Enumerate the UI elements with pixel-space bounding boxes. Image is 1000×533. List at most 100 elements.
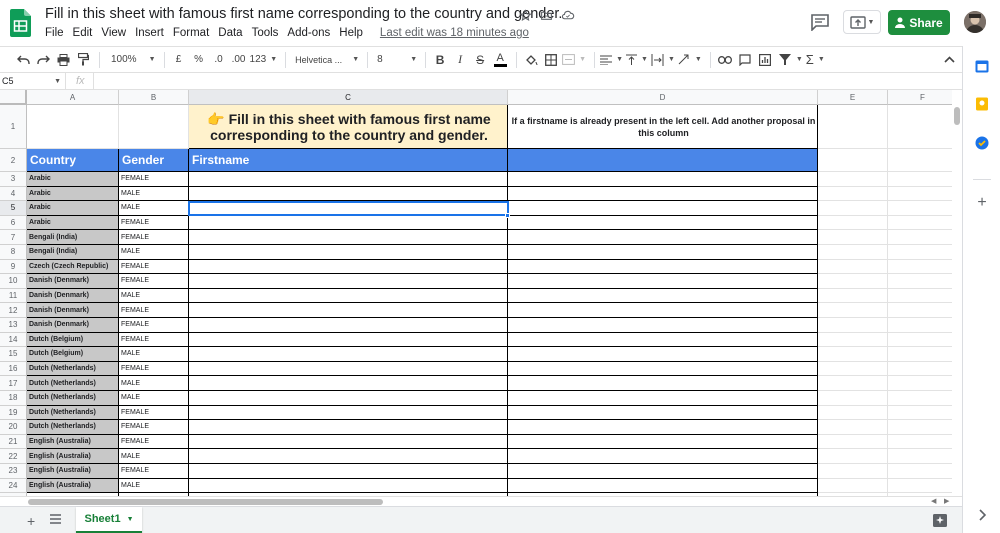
decrease-decimal-button[interactable]: .0 <box>210 50 228 70</box>
firstname-cell[interactable] <box>189 464 508 479</box>
firstname-cell[interactable] <box>189 186 508 202</box>
functions-select[interactable]: Σ ▼ <box>806 50 825 70</box>
row-header[interactable]: 2 <box>0 149 27 172</box>
row-header[interactable]: 21 <box>0 434 27 450</box>
merge-cells-select[interactable]: ▼ <box>562 50 586 70</box>
row-header[interactable]: 8 <box>0 245 27 260</box>
column-header-e[interactable]: E <box>818 90 888 105</box>
gender-cell[interactable]: MALE <box>119 449 189 464</box>
firstname-cell[interactable] <box>189 449 508 464</box>
firstname-cell[interactable] <box>189 478 508 494</box>
name-box[interactable]: C5 ▼ <box>0 73 66 89</box>
cell-e[interactable] <box>818 318 888 333</box>
country-header-cell[interactable]: Country <box>27 149 119 172</box>
proposal-cell[interactable] <box>508 318 818 333</box>
currency-format-button[interactable]: £ <box>170 50 188 70</box>
fill-color-icon[interactable] <box>522 50 540 70</box>
row-header[interactable]: 12 <box>0 303 27 318</box>
star-icon[interactable] <box>518 8 533 23</box>
gender-cell[interactable]: FEMALE <box>119 259 189 275</box>
row-header[interactable]: 6 <box>0 215 27 231</box>
proposal-cell[interactable] <box>508 449 818 464</box>
proposal-cell[interactable] <box>508 288 818 304</box>
column-header-f[interactable]: F <box>888 90 952 105</box>
gender-cell[interactable]: MALE <box>119 376 189 391</box>
country-cell[interactable]: English (Australia) <box>27 449 119 464</box>
paint-format-icon[interactable] <box>74 50 92 70</box>
proposal-cell[interactable] <box>508 347 818 362</box>
cell-e[interactable] <box>818 288 888 304</box>
column-header-a[interactable]: A <box>27 90 119 105</box>
proposal-cell[interactable] <box>508 332 818 348</box>
country-cell[interactable]: Arabic <box>27 172 119 187</box>
cloud-saved-icon[interactable] <box>560 8 575 23</box>
firstname-header-cell[interactable]: Firstname <box>189 149 508 172</box>
cell-f[interactable] <box>888 230 952 245</box>
firstname-cell[interactable] <box>189 376 508 391</box>
cell-e[interactable] <box>818 347 888 362</box>
proposal-cell[interactable] <box>508 172 818 187</box>
firstname-cell[interactable] <box>189 332 508 348</box>
proposal-cell[interactable] <box>508 303 818 318</box>
country-cell[interactable]: Dutch (Netherlands) <box>27 405 119 421</box>
cell-e[interactable] <box>818 391 888 406</box>
proposal-cell[interactable] <box>508 274 818 289</box>
gender-cell[interactable]: FEMALE <box>119 420 189 435</box>
gender-cell[interactable]: MALE <box>119 186 189 202</box>
add-sheet-icon[interactable]: + <box>27 513 35 529</box>
row-header[interactable]: 24 <box>0 478 27 494</box>
firstname-cell[interactable] <box>189 405 508 421</box>
country-cell[interactable]: Danish (Denmark) <box>27 274 119 289</box>
row-header[interactable]: 7 <box>0 230 27 245</box>
sheet-instruction-banner[interactable]: 👉 Fill in this sheet with famous first n… <box>189 105 508 149</box>
text-rotation-select[interactable]: ▼ <box>678 50 702 70</box>
firstname-cell[interactable] <box>189 230 508 245</box>
cell-e[interactable] <box>818 478 888 494</box>
filter-icon[interactable] <box>776 50 794 70</box>
row-header[interactable]: 17 <box>0 376 27 391</box>
firstname-cell[interactable] <box>189 215 508 231</box>
cell-f[interactable] <box>888 318 952 333</box>
country-cell[interactable]: Bengali (India) <box>27 230 119 245</box>
cell-e[interactable] <box>818 420 888 435</box>
cell-e[interactable] <box>818 405 888 421</box>
gender-cell[interactable]: FEMALE <box>119 332 189 348</box>
country-cell[interactable]: Dutch (Netherlands) <box>27 420 119 435</box>
add-addon-icon[interactable]: + <box>975 195 989 211</box>
cell-f[interactable] <box>888 406 952 421</box>
font-size-select[interactable]: 8 ▼ <box>377 50 417 70</box>
row-header[interactable]: 19 <box>0 405 27 421</box>
horizontal-align-select[interactable]: ▼ <box>600 50 623 70</box>
redo-icon[interactable] <box>34 50 52 70</box>
cell-e[interactable] <box>818 361 888 377</box>
fill-handle[interactable] <box>505 213 510 218</box>
chevron-down-icon[interactable]: ▼ <box>127 516 134 523</box>
text-wrap-select[interactable]: ▼ <box>651 50 675 70</box>
bold-button[interactable]: B <box>431 50 449 70</box>
cell-e[interactable] <box>818 434 888 450</box>
firstname-cell[interactable] <box>189 201 508 216</box>
cell-f[interactable] <box>888 303 952 318</box>
undo-icon[interactable] <box>14 50 32 70</box>
menu-help[interactable]: Help <box>339 27 363 39</box>
cell-f[interactable] <box>888 216 952 231</box>
collapse-toolbar-icon[interactable] <box>940 50 958 70</box>
cell-e[interactable] <box>818 172 888 187</box>
document-title[interactable]: Fill in this sheet with famous first nam… <box>45 6 562 22</box>
firstname-cell[interactable] <box>189 245 508 260</box>
gender-cell[interactable]: MALE <box>119 288 189 304</box>
cell-e[interactable] <box>818 230 888 245</box>
row-header[interactable]: 11 <box>0 288 27 304</box>
cell-e[interactable] <box>818 201 888 216</box>
row-header[interactable]: 5 <box>0 201 27 216</box>
proposal-cell[interactable] <box>508 230 818 245</box>
column-header-c[interactable]: C <box>189 90 508 105</box>
cell-b1[interactable] <box>119 105 189 149</box>
column-header-b[interactable]: B <box>119 90 189 105</box>
cell-e[interactable] <box>818 449 888 464</box>
horizontal-scrollbar[interactable]: ◀ ▶ <box>0 496 962 506</box>
cell-e2[interactable] <box>818 149 888 172</box>
formula-input[interactable] <box>92 73 962 89</box>
vertical-scrollbar[interactable] <box>952 105 962 496</box>
country-cell[interactable]: Danish (Denmark) <box>27 303 119 318</box>
